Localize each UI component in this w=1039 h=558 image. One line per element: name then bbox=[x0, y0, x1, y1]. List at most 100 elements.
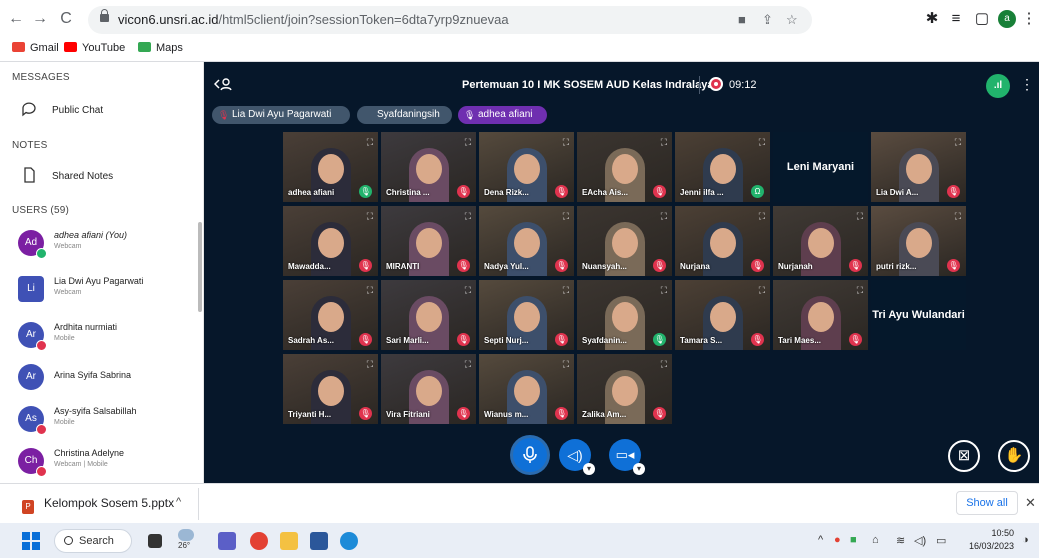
fullscreen-icon[interactable]: ⛶ bbox=[563, 285, 569, 296]
participant-name[interactable]: Nuansyah... bbox=[582, 262, 627, 271]
talker-pill[interactable]: 🎙 Lia Dwi Ayu Pagarwati bbox=[212, 106, 350, 124]
tray-app-icon[interactable]: ● bbox=[834, 534, 841, 546]
participant-name[interactable]: Vira Fitriani bbox=[386, 410, 430, 419]
participant-name[interactable]: Tamara S... bbox=[680, 336, 722, 345]
user-item[interactable]: As Asy-syifa Salsabillah Mobile bbox=[18, 402, 198, 438]
bookmark-star-icon[interactable]: ☆ bbox=[786, 12, 798, 28]
participant-name[interactable]: Wianus m... bbox=[484, 410, 528, 419]
chevron-down-icon[interactable]: ▾ bbox=[633, 463, 645, 475]
browser-menu-icon[interactable]: ⋮ bbox=[1019, 9, 1039, 29]
participant-name[interactable]: Nurjanah bbox=[778, 262, 813, 271]
edge-icon[interactable] bbox=[340, 532, 358, 550]
taskbar-search[interactable]: Search bbox=[54, 529, 132, 553]
fullscreen-icon[interactable]: ⛶ bbox=[465, 359, 471, 370]
teams-icon[interactable] bbox=[218, 532, 236, 550]
fullscreen-icon[interactable]: ⛶ bbox=[563, 359, 569, 370]
shared-notes-item[interactable]: Shared Notes bbox=[52, 171, 113, 182]
video-tile[interactable]: ⛶ Tari Maes... 🎙 bbox=[773, 280, 868, 350]
video-tile[interactable]: ⛶ Dena Rizk... 🎙 bbox=[479, 132, 574, 202]
participant-name[interactable]: Septi Nurj... bbox=[484, 336, 528, 345]
talker-pill[interactable]: Syafdaningsih bbox=[357, 106, 452, 124]
presentation-button[interactable]: ⊠ bbox=[948, 440, 980, 472]
participant-name[interactable]: Nadya Yul... bbox=[484, 262, 529, 271]
video-tile[interactable]: ⛶ Jenni ilfa ... Ω bbox=[675, 132, 770, 202]
video-tile[interactable]: ⛶ Septi Nurj... 🎙 bbox=[479, 280, 574, 350]
show-all-button[interactable]: Show all bbox=[956, 491, 1018, 515]
video-tile[interactable]: Tri Ayu Wulandari bbox=[871, 280, 966, 350]
video-tile[interactable]: ⛶ EAcha Ais... 🎙 bbox=[577, 132, 672, 202]
profile-avatar[interactable]: a bbox=[998, 10, 1016, 28]
camera-icon[interactable]: ■ bbox=[738, 12, 746, 27]
fullscreen-icon[interactable]: ⛶ bbox=[759, 137, 765, 148]
media-queue-icon[interactable]: ≡ bbox=[946, 9, 966, 29]
word-icon[interactable] bbox=[310, 532, 328, 550]
talker-pill[interactable]: 🎙 adhea afiani bbox=[458, 106, 547, 124]
fullscreen-icon[interactable]: ⛶ bbox=[367, 137, 373, 148]
volume-icon[interactable]: ◁) bbox=[914, 534, 926, 547]
back-icon[interactable]: ← bbox=[6, 9, 26, 29]
camera-button[interactable]: ▭◂ ▾ bbox=[609, 439, 645, 475]
participant-name[interactable]: Christina ... bbox=[386, 188, 430, 197]
user-item[interactable]: Ar Ardhita nurmiati Mobile bbox=[18, 318, 198, 354]
fullscreen-icon[interactable]: ⛶ bbox=[465, 137, 471, 148]
participant-name[interactable]: Tari Maes... bbox=[778, 336, 821, 345]
video-tile[interactable]: ⛶ Triyanti H... 🎙 bbox=[283, 354, 378, 424]
connection-status-icon[interactable]: .ıl bbox=[986, 74, 1010, 98]
task-view-icon[interactable] bbox=[148, 534, 162, 548]
participant-name[interactable]: adhea afiani bbox=[288, 188, 334, 197]
video-tile[interactable]: ⛶ adhea afiani 🎙 bbox=[283, 132, 378, 202]
fullscreen-icon[interactable]: ⛶ bbox=[759, 211, 765, 222]
user-item[interactable]: Ad adhea afiani (You) Webcam bbox=[18, 226, 198, 262]
fullscreen-icon[interactable]: ⛶ bbox=[465, 211, 471, 222]
close-icon[interactable]: ✕ bbox=[1025, 495, 1036, 511]
fullscreen-icon[interactable]: ⛶ bbox=[367, 285, 373, 296]
reload-icon[interactable]: C bbox=[56, 9, 76, 29]
video-tile[interactable]: ⛶ putri rizk... 🎙 bbox=[871, 206, 966, 276]
video-tile[interactable]: ⛶ Vira Fitriani 🎙 bbox=[381, 354, 476, 424]
video-tile[interactable]: ⛶ Nurjanah 🎙 bbox=[773, 206, 868, 276]
mic-tray-icon[interactable]: ⌂ bbox=[872, 534, 879, 546]
video-tile[interactable]: ⛶ MIRANTI 🎙 bbox=[381, 206, 476, 276]
audio-button[interactable]: ◁) ▾ bbox=[559, 439, 595, 475]
participant-name[interactable]: Syafdanin... bbox=[582, 336, 627, 345]
video-tile[interactable]: ⛶ Nadya Yul... 🎙 bbox=[479, 206, 574, 276]
video-tile[interactable]: ⛶ Nuansyah... 🎙 bbox=[577, 206, 672, 276]
participant-name[interactable]: Sari Marli... bbox=[386, 336, 429, 345]
fullscreen-icon[interactable]: ⛶ bbox=[857, 211, 863, 222]
clock[interactable]: 10:50 16/03/2023 bbox=[958, 527, 1014, 553]
chevron-down-icon[interactable]: ▾ bbox=[583, 463, 595, 475]
participant-name[interactable]: Sadrah As... bbox=[288, 336, 334, 345]
participant-name[interactable]: Zalika Am... bbox=[582, 410, 626, 419]
forward-icon[interactable]: → bbox=[30, 9, 50, 29]
download-item[interactable]: P Kelompok Sosem 5.pptx bbox=[22, 496, 174, 514]
video-tile[interactable]: ⛶ Nurjana 🎙 bbox=[675, 206, 770, 276]
participant-name[interactable]: MIRANTI bbox=[386, 262, 419, 271]
public-chat-item[interactable]: Public Chat bbox=[52, 105, 103, 116]
weather-widget[interactable]: 26° bbox=[178, 529, 194, 550]
fullscreen-icon[interactable]: ⛶ bbox=[955, 137, 961, 148]
user-item[interactable]: Ch Christina Adelyne Webcam | Mobile bbox=[18, 444, 198, 480]
address-bar[interactable]: vicon6.unsri.ac.id/html5client/join?sess… bbox=[88, 6, 812, 34]
user-item[interactable]: Li Lia Dwi Ayu Pagarwati Webcam bbox=[18, 272, 198, 308]
windows-start-icon[interactable] bbox=[22, 532, 40, 550]
participant-name[interactable]: EAcha Ais... bbox=[582, 188, 628, 197]
file-explorer-icon[interactable] bbox=[280, 532, 298, 550]
chrome-icon[interactable] bbox=[250, 532, 268, 550]
video-tile[interactable]: Leni Maryani bbox=[773, 132, 868, 202]
chevron-up-icon[interactable]: ^ bbox=[176, 496, 181, 508]
video-tile[interactable]: ⛶ Syafdanin... 🎙 bbox=[577, 280, 672, 350]
video-tile[interactable]: ⛶ Christina ... 🎙 bbox=[381, 132, 476, 202]
mic-button[interactable] bbox=[513, 438, 547, 472]
raise-hand-button[interactable]: ✋ bbox=[998, 440, 1030, 472]
video-tile[interactable]: ⛶ Sadrah As... 🎙 bbox=[283, 280, 378, 350]
chevron-up-icon[interactable]: ^ bbox=[818, 534, 823, 546]
bookmark-maps[interactable]: Maps bbox=[138, 42, 183, 54]
video-tile[interactable]: ⛶ Zalika Am... 🎙 bbox=[577, 354, 672, 424]
fullscreen-icon[interactable]: ⛶ bbox=[955, 211, 961, 222]
fullscreen-icon[interactable]: ⛶ bbox=[759, 285, 765, 296]
participant-name[interactable]: Triyanti H... bbox=[288, 410, 331, 419]
fullscreen-icon[interactable]: ⛶ bbox=[367, 211, 373, 222]
fullscreen-icon[interactable]: ⛶ bbox=[661, 211, 667, 222]
user-item[interactable]: Ar Arina Syifa Sabrina bbox=[18, 360, 198, 396]
fullscreen-icon[interactable]: ⛶ bbox=[661, 359, 667, 370]
